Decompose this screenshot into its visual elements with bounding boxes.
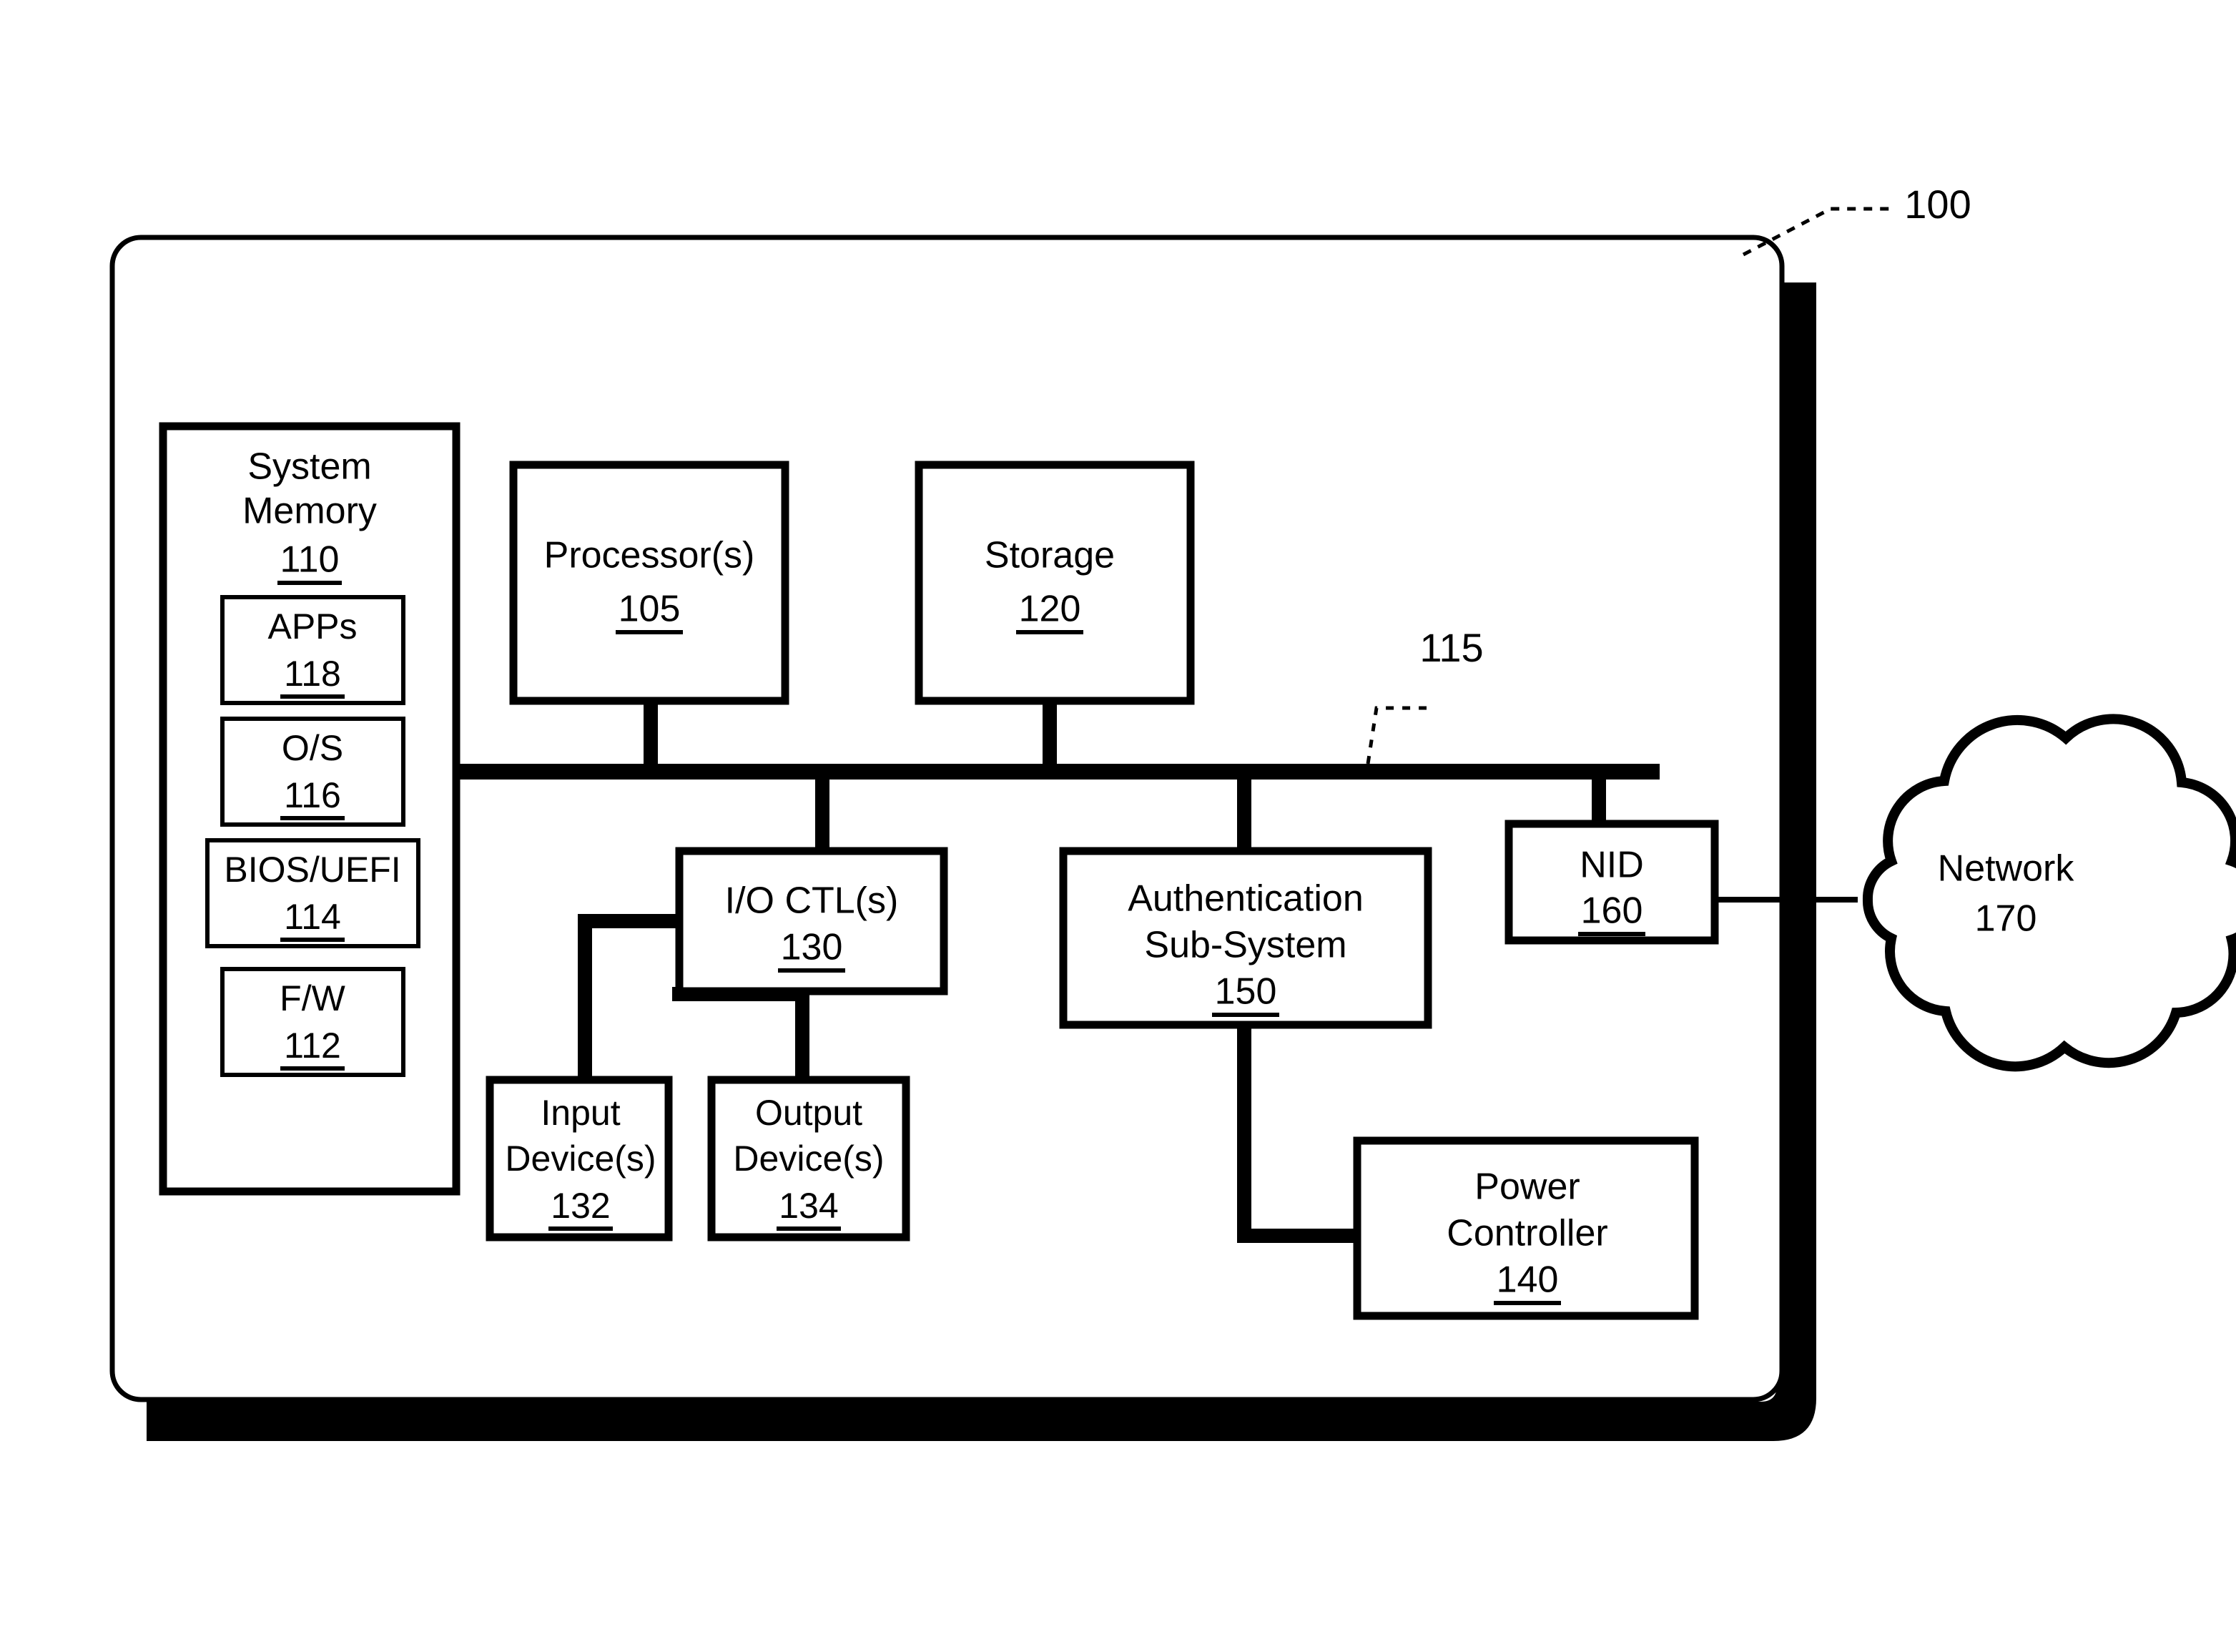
block-os[interactable]: O/S 116: [220, 717, 405, 827]
power-controller-ref: 140: [1497, 1259, 1559, 1301]
network-ref: 170: [1975, 898, 2037, 940]
bios-uefi-ref: 114: [284, 897, 341, 937]
io-ctl-to-output-line: [795, 987, 809, 1086]
bios-uefi-label: BIOS/UEFI: [224, 850, 400, 890]
nid-ref: 160: [1581, 890, 1643, 932]
firmware-ref: 112: [284, 1026, 341, 1066]
storage-label: Storage: [985, 535, 1115, 576]
input-device-ref: 132: [551, 1186, 610, 1226]
block-firmware[interactable]: F/W 112: [220, 967, 405, 1077]
leader-100-group: 100: [1742, 182, 1971, 257]
nid-label: NID: [1580, 845, 1644, 886]
processor-label: Processor(s): [544, 535, 755, 576]
storage-ref: 120: [1019, 589, 1081, 630]
auth-subsystem-line2: Sub-System: [1144, 925, 1346, 966]
block-apps[interactable]: APPs 118: [220, 595, 405, 705]
figure-canvas: 100 115 System Memory 110 APPs 118 O/S 1…: [0, 0, 2236, 1652]
os-label: O/S: [282, 728, 343, 768]
bus-stub-auth: [1237, 774, 1251, 854]
output-device-line1: Output: [755, 1093, 862, 1133]
input-device-line2: Device(s): [505, 1139, 656, 1179]
block-output-device[interactable]: Output Device(s) 134: [707, 1076, 910, 1242]
system-memory-title-line2: Memory: [242, 491, 377, 532]
block-nid[interactable]: NID 160: [1504, 820, 1719, 945]
processor-ref: 105: [619, 589, 681, 630]
block-processor[interactable]: Processor(s) 105: [509, 461, 789, 705]
storage-box[interactable]: [915, 461, 1195, 705]
system-block-diagram: 100 115 System Memory 110 APPs 118 O/S 1…: [109, 182, 2236, 1441]
network-label: Network: [1938, 848, 2075, 890]
block-network-cloud[interactable]: Network 170: [1863, 714, 2236, 1072]
block-bios-uefi[interactable]: BIOS/UEFI 114: [205, 838, 420, 948]
input-device-line1: Input: [541, 1093, 620, 1133]
io-ctl-label: I/O CTL(s): [725, 880, 899, 922]
bus-stub-nid: [1592, 774, 1606, 827]
bus-stub-processor: [644, 698, 658, 770]
ref-label-100: 100: [1904, 182, 1971, 227]
io-ctl-ref: 130: [781, 927, 843, 968]
block-auth-subsystem[interactable]: Authentication Sub-System 150: [1059, 847, 1432, 1029]
network-cloud-shape[interactable]: [1863, 714, 2236, 1072]
system-memory-ref: 110: [280, 539, 340, 581]
power-controller-line2: Controller: [1447, 1213, 1607, 1254]
firmware-label: F/W: [280, 978, 345, 1018]
apps-label: APPs: [267, 606, 357, 646]
bus-stub-storage: [1043, 698, 1057, 770]
block-system-memory[interactable]: System Memory 110 APPs 118 O/S 116 BIOS/…: [159, 422, 461, 1196]
system-memory-title-line1: System: [247, 446, 371, 488]
output-device-line2: Device(s): [733, 1139, 884, 1179]
block-power-controller[interactable]: Power Controller 140: [1353, 1136, 1699, 1320]
apps-ref: 118: [284, 654, 341, 694]
block-io-ctl[interactable]: I/O CTL(s) 130: [675, 847, 948, 995]
ref-label-115: 115: [1419, 625, 1483, 670]
auth-subsystem-line1: Authentication: [1128, 878, 1364, 920]
processor-box[interactable]: [509, 461, 789, 705]
bus-stub-io-ctl: [815, 774, 829, 855]
os-ref: 116: [284, 775, 341, 815]
output-device-ref: 134: [779, 1186, 838, 1226]
power-controller-line1: Power: [1474, 1166, 1580, 1208]
block-input-device[interactable]: Input Device(s) 132: [486, 1076, 673, 1242]
block-storage[interactable]: Storage 120: [915, 461, 1195, 705]
auth-subsystem-ref: 150: [1215, 971, 1277, 1013]
